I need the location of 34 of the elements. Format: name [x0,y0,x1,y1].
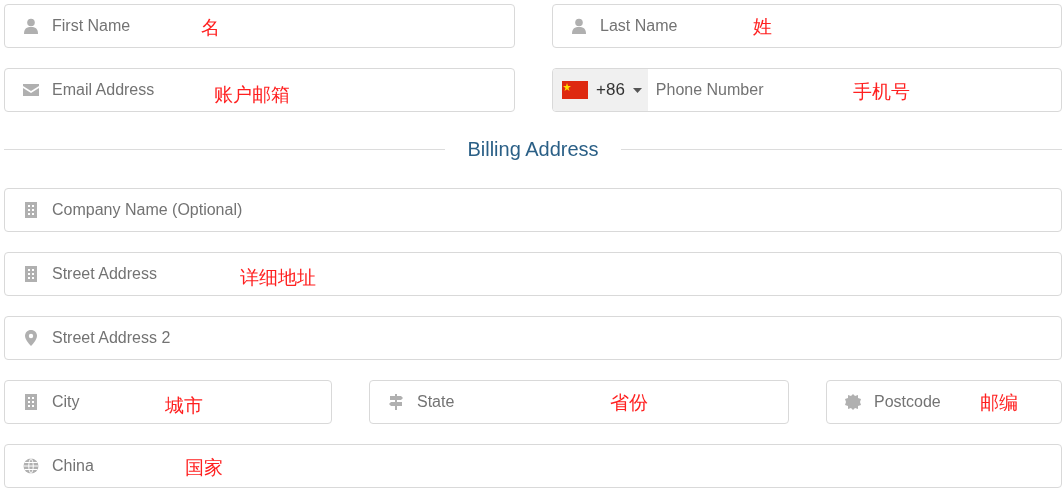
input-field[interactable]: Last Name 姓 [552,4,1062,48]
badge-icon [845,394,861,410]
annotation-text: 名 [201,16,220,40]
input-field[interactable]: First Name 名 [4,4,515,48]
country-select[interactable]: China 国家 [4,444,1062,488]
building-icon [23,202,39,218]
map-pin-icon [23,330,39,346]
input-field[interactable]: State 省份 [369,380,789,424]
person-icon [23,18,39,34]
person-icon [571,18,587,34]
annotation-text: 省份 [610,391,648,415]
globe-icon [23,458,39,474]
country-code-selector[interactable]: +86 [553,69,648,111]
input-field[interactable]: City 城市 [4,380,332,424]
building-icon [23,266,39,282]
annotation-text: 城市 [165,394,203,418]
annotation-text: 姓 [753,15,772,39]
annotation-text: 邮编 [980,391,1018,415]
input-field[interactable]: Street Address 2 [4,316,1062,360]
input-field[interactable]: Email Address 账户邮箱 [4,68,515,112]
input-field[interactable]: Postcode 邮编 [826,380,1062,424]
annotation-text: 账户邮箱 [214,83,290,107]
section-title: Billing Address [467,138,599,161]
input-field[interactable]: Street Address 详细地址 [4,252,1062,296]
building-icon [23,394,39,410]
caret-icon [632,87,642,93]
input-field[interactable]: Company Name (Optional) [4,188,1062,232]
flag-icon [562,81,588,99]
annotation-text: 手机号 [853,80,910,104]
phone-field[interactable]: +86 Phone Number 手机号 [552,68,1062,112]
annotation-text: 国家 [185,456,223,480]
signpost-icon [388,394,404,410]
envelope-icon [23,82,39,98]
annotation-text: 详细地址 [240,266,316,290]
